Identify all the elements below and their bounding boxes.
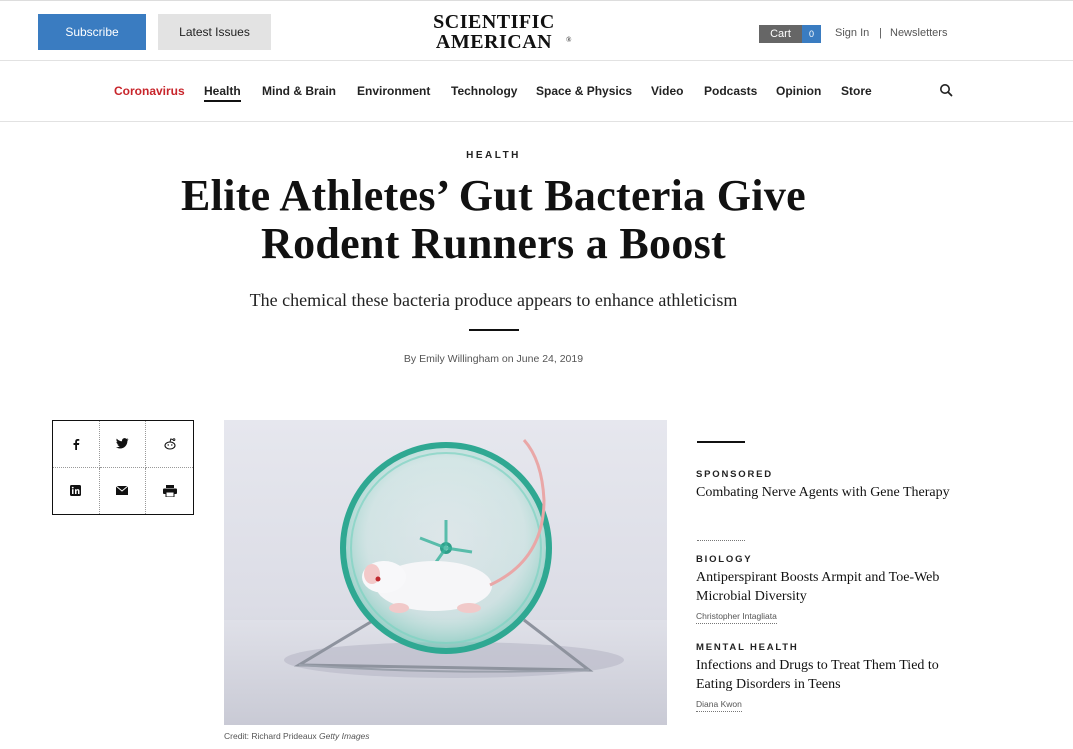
nav-item-mind-brain[interactable]: Mind & Brain: [262, 84, 336, 98]
nav-item-environment[interactable]: Environment: [357, 84, 430, 98]
subscribe-button[interactable]: Subscribe: [38, 14, 146, 50]
nav-item-coronavirus[interactable]: Coronavirus: [114, 84, 185, 98]
top-bar: Subscribe Latest Issues SCIENTIFIC AMERI…: [0, 0, 1073, 61]
nav-item-health[interactable]: Health: [204, 84, 241, 102]
share-email-button[interactable]: [100, 467, 147, 514]
share-facebook-button[interactable]: [53, 421, 100, 468]
cart-count-badge: 0: [802, 25, 821, 43]
sidebar-top-rule: [697, 441, 745, 443]
nav-item-video[interactable]: Video: [651, 84, 683, 98]
nav-item-podcasts[interactable]: Podcasts: [704, 84, 757, 98]
sidebar-item-author[interactable]: Diana Kwon: [696, 699, 742, 712]
logo-line-1: SCIENTIFIC: [433, 11, 555, 33]
print-icon: [162, 484, 177, 497]
reddit-icon: [164, 438, 176, 450]
email-icon: [116, 486, 129, 496]
sidebar-item[interactable]: SPONSORED Combating Nerve Agents with Ge…: [696, 469, 961, 502]
nav-item-opinion[interactable]: Opinion: [776, 84, 821, 98]
sidebar-item[interactable]: MENTAL HEALTH Infections and Drugs to Tr…: [696, 642, 961, 712]
twitter-icon: [115, 438, 129, 449]
sidebar-item[interactable]: BIOLOGY Antiperspirant Boosts Armpit and…: [696, 554, 961, 624]
linkedin-icon: [70, 485, 82, 497]
sidebar-item-author[interactable]: Christopher Intagliata: [696, 611, 777, 624]
article-headline: Elite Athletes’ Gut Bacteria Give Rodent…: [181, 171, 806, 268]
mouse-wheel-illustration: [224, 438, 667, 725]
share-twitter-button[interactable]: [99, 421, 147, 468]
header-separator: |: [879, 27, 882, 39]
sign-in-link[interactable]: Sign In: [835, 27, 869, 39]
print-button[interactable]: [146, 468, 193, 515]
logo-line-2: AMERICAN: [435, 31, 553, 53]
share-reddit-button[interactable]: [146, 421, 193, 468]
nav-item-technology[interactable]: Technology: [451, 84, 517, 98]
image-credit-text: Credit: Richard Prideaux: [224, 731, 317, 741]
image-credit: Credit: Richard Prideaux Getty Images: [224, 731, 370, 741]
sidebar-item-title[interactable]: Antiperspirant Boosts Armpit and Toe-Web…: [696, 568, 961, 606]
share-panel: [52, 420, 194, 515]
sidebar-divider: [697, 540, 745, 541]
article-byline: By Emily Willingham on June 24, 2019: [403, 353, 584, 365]
nav-item-store[interactable]: Store: [841, 84, 872, 98]
main-nav: Coronavirus Health Mind & Brain Environm…: [0, 61, 1073, 122]
sidebar-item-category: MENTAL HEALTH: [696, 642, 799, 653]
sidebar-item-category: BIOLOGY: [696, 554, 753, 565]
search-icon[interactable]: [939, 83, 953, 97]
image-credit-source: Getty Images: [318, 731, 370, 741]
share-linkedin-button[interactable]: [53, 467, 100, 514]
latest-issues-button[interactable]: Latest Issues: [158, 14, 271, 50]
title-divider: [469, 329, 519, 331]
sidebar-item-title[interactable]: Combating Nerve Agents with Gene Therapy: [696, 483, 961, 502]
article-subtitle: The chemical these bacteria produce appe…: [249, 290, 738, 310]
cart-button[interactable]: Cart 0: [759, 25, 821, 43]
article-hero-image: [224, 420, 667, 725]
facebook-icon: [73, 438, 80, 450]
sidebar-item-title[interactable]: Infections and Drugs to Treat Them Tied …: [696, 656, 961, 694]
sidebar-item-category: SPONSORED: [696, 469, 773, 480]
nav-item-space-physics[interactable]: Space & Physics: [536, 84, 632, 98]
cart-label: Cart: [759, 25, 802, 43]
site-logo[interactable]: SCIENTIFIC AMERICAN ®: [418, 11, 572, 53]
registered-mark-icon: ®: [566, 36, 572, 44]
newsletters-link[interactable]: Newsletters: [890, 27, 947, 39]
article-category[interactable]: HEALTH: [0, 150, 987, 161]
